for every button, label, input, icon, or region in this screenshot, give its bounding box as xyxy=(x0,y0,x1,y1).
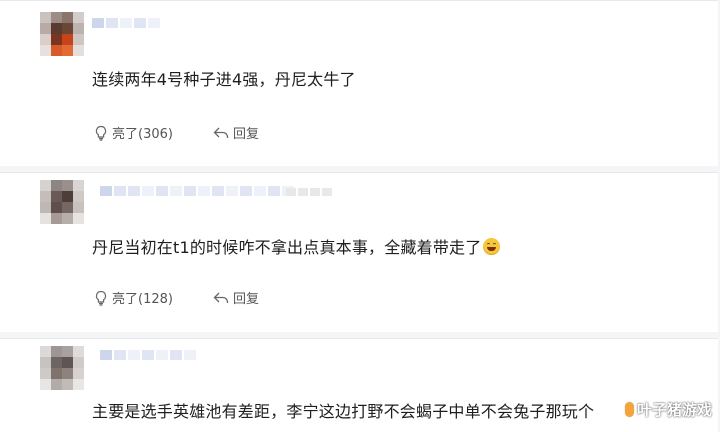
reply-arrow-icon xyxy=(213,291,229,305)
avatar[interactable] xyxy=(40,346,84,390)
lightbulb-icon xyxy=(94,290,108,306)
reply-button[interactable]: 回复 xyxy=(213,123,259,142)
username-blurred xyxy=(92,18,160,28)
username-blurred xyxy=(100,186,294,196)
username-blurred xyxy=(100,350,196,360)
comment-card: 丹尼当初在t1的时候咋不拿出点真本事，全藏着带走了 亮了(128) 回复 xyxy=(0,172,718,332)
laughing-emoji-icon xyxy=(483,238,501,255)
reply-label: 回复 xyxy=(233,127,260,142)
lightbulb-icon xyxy=(94,125,108,141)
reply-label: 回复 xyxy=(233,292,260,307)
reply-arrow-icon xyxy=(213,126,229,140)
comment-card: 主要是选手英雄池有差距，李宁这边打野不会蝎子中单不会兔子那玩个 xyxy=(0,338,718,432)
like-button[interactable]: 亮了(306) xyxy=(94,123,173,142)
reply-button[interactable]: 回复 xyxy=(213,288,259,307)
comment-feed: 连续两年4号种子进4强，丹尼太牛了 亮了(306) 回复 丹尼当初在t1的时候咋… xyxy=(0,0,720,432)
comment-text: 丹尼当初在t1的时候咋不拿出点真本事，全藏着带走了 xyxy=(92,234,501,258)
like-button[interactable]: 亮了(128) xyxy=(94,288,173,307)
comment-text: 主要是选手英雄池有差距，李宁这边打野不会蝎子中单不会兔子那玩个 xyxy=(92,402,595,421)
watermark-text: 叶子猪游戏 xyxy=(636,401,712,419)
comment-card: 连续两年4号种子进4强，丹尼太牛了 亮了(306) 回复 xyxy=(0,0,718,166)
comment-text: 连续两年4号种子进4强，丹尼太牛了 xyxy=(92,70,356,89)
avatar[interactable] xyxy=(40,180,84,224)
timestamp-blurred xyxy=(286,188,332,196)
watermark: 叶子猪游戏 xyxy=(624,399,712,420)
avatar[interactable] xyxy=(40,12,84,56)
like-count-label: 亮了(128) xyxy=(112,292,173,307)
like-count-label: 亮了(306) xyxy=(112,127,173,142)
watermark-logo-icon xyxy=(624,402,634,417)
